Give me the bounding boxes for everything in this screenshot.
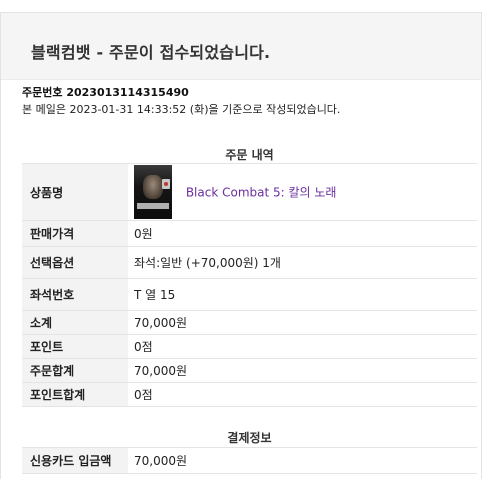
order-number: 주문번호 2023013114315490: [22, 84, 189, 100]
row-label: 주문합계: [22, 358, 128, 383]
table-row: 주문합계 70,000원: [22, 358, 477, 383]
row-label: 판매가격: [22, 220, 128, 247]
page-title: 블랙컴뱃 - 주문이 접수되었습니다.: [31, 43, 271, 62]
row-label: 좌석번호: [22, 278, 128, 311]
row-label: 선택옵션: [22, 246, 128, 279]
table-row: 판매가격 0원: [22, 220, 477, 247]
row-label: 상품명: [22, 163, 128, 221]
row-value: 70,000원: [128, 310, 477, 335]
row-value: 좌석:일반 (+70,000원) 1개: [128, 246, 477, 279]
product-thumbnail[interactable]: [134, 165, 172, 219]
product-name-link[interactable]: Black Combat 5: 칼의 노래: [186, 186, 337, 200]
table-row: 포인트합계 0점: [22, 382, 477, 407]
table-row: 소계 70,000원: [22, 310, 477, 335]
order-number-value: 2023013114315490: [66, 86, 189, 99]
payment-info-table: 신용카드 입금액 70,000원: [22, 447, 477, 474]
row-label: 소계: [22, 310, 128, 335]
row-label: 포인트: [22, 334, 128, 359]
table-row: 좌석번호 T 열 15: [22, 278, 477, 311]
table-row: 선택옵션 좌석:일반 (+70,000원) 1개: [22, 246, 477, 279]
row-value: 0점: [128, 334, 477, 359]
row-value: 0점: [128, 382, 477, 407]
row-value: 0원: [128, 220, 477, 247]
table-row: 상품명 Black Combat 5: 칼의 노래: [22, 163, 477, 221]
row-label: 신용카드 입금액: [22, 447, 128, 474]
order-date-notice: 본 메일은 2023-01-31 14:33:52 (화)을 기준으로 작성되었…: [22, 103, 341, 116]
table-row: 포인트 0점: [22, 334, 477, 359]
payment-info-title: 결제정보: [227, 431, 272, 445]
row-value: 70,000원: [128, 447, 477, 474]
table-row: 신용카드 입금액 70,000원: [22, 447, 477, 474]
order-number-label: 주문번호: [22, 86, 63, 99]
row-label: 포인트합계: [22, 382, 128, 407]
email-header: 블랙컴뱃 - 주문이 접수되었습니다.: [1, 13, 481, 80]
order-details-title: 주문 내역: [225, 148, 274, 162]
row-value: 70,000원: [128, 358, 477, 383]
row-value: T 열 15: [128, 278, 477, 311]
order-details-table: 상품명 Black Combat 5: 칼의 노래 판매가격 0원 선택옵션 좌…: [22, 163, 477, 407]
row-value: Black Combat 5: 칼의 노래: [128, 163, 477, 221]
